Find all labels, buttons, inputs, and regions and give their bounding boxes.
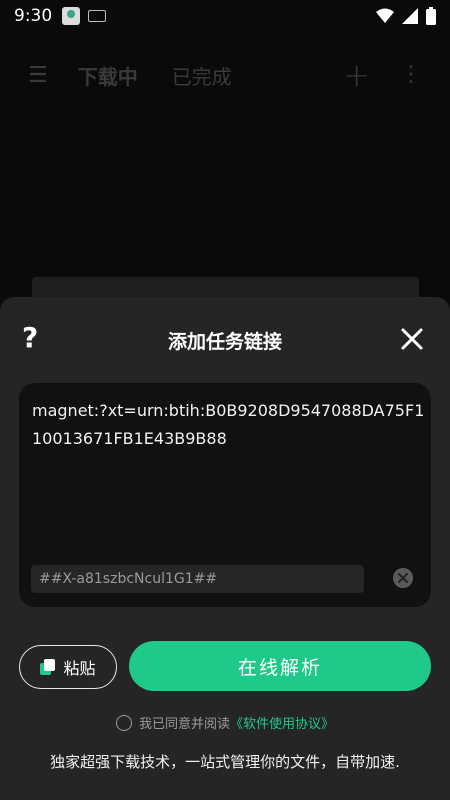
add-icon[interactable]: + <box>343 59 370 91</box>
sheet-header: ? 添加任务链接 <box>0 297 450 381</box>
paste-button[interactable]: 粘贴 <box>19 645 117 689</box>
app-notification-icon <box>62 7 81 25</box>
paste-icon <box>40 659 56 675</box>
agreement-link[interactable]: 《软件使用协议》 <box>230 713 334 732</box>
battery-icon <box>426 7 436 25</box>
slogan: 独家超强下载技术，一站式管理你的文件，自带加速. <box>50 753 400 771</box>
app-bar: ☰ 下载中 已完成 + ⋮ <box>0 50 450 100</box>
tab-completed[interactable]: 已完成 <box>172 61 232 90</box>
keyboard-icon <box>88 10 107 22</box>
more-icon[interactable]: ⋮ <box>400 64 422 86</box>
agree-text: 我已同意并阅读 <box>138 717 230 732</box>
status-bar: 9:30 <box>0 0 450 32</box>
link-input-box[interactable]: magnet:?xt=urn:btih:B0B9208D9547088DA75F… <box>19 383 431 607</box>
wifi-icon <box>376 8 394 23</box>
menu-icon[interactable]: ☰ <box>28 63 48 88</box>
link-input[interactable]: magnet:?xt=urn:btih:B0B9208D9547088DA75F… <box>32 397 427 453</box>
clear-icon[interactable] <box>393 568 413 588</box>
password-field[interactable]: ##X-a81szbcNcul1G1## <box>31 565 364 593</box>
parse-button[interactable]: 在线解析 <box>129 641 431 691</box>
agreement-row: 我已同意并阅读 《软件使用协议》 <box>0 713 450 732</box>
status-time: 9:30 <box>14 6 53 26</box>
close-icon[interactable] <box>400 327 424 351</box>
agree-radio[interactable] <box>115 714 132 731</box>
add-task-sheet: ? 添加任务链接 magnet:?xt=urn:btih:B0B9208D954… <box>0 297 450 800</box>
signal-icon <box>402 8 418 24</box>
sheet-title: 添加任务链接 <box>167 331 282 353</box>
paste-label: 粘贴 <box>63 659 96 678</box>
tab-downloading[interactable]: 下载中 <box>78 61 138 90</box>
